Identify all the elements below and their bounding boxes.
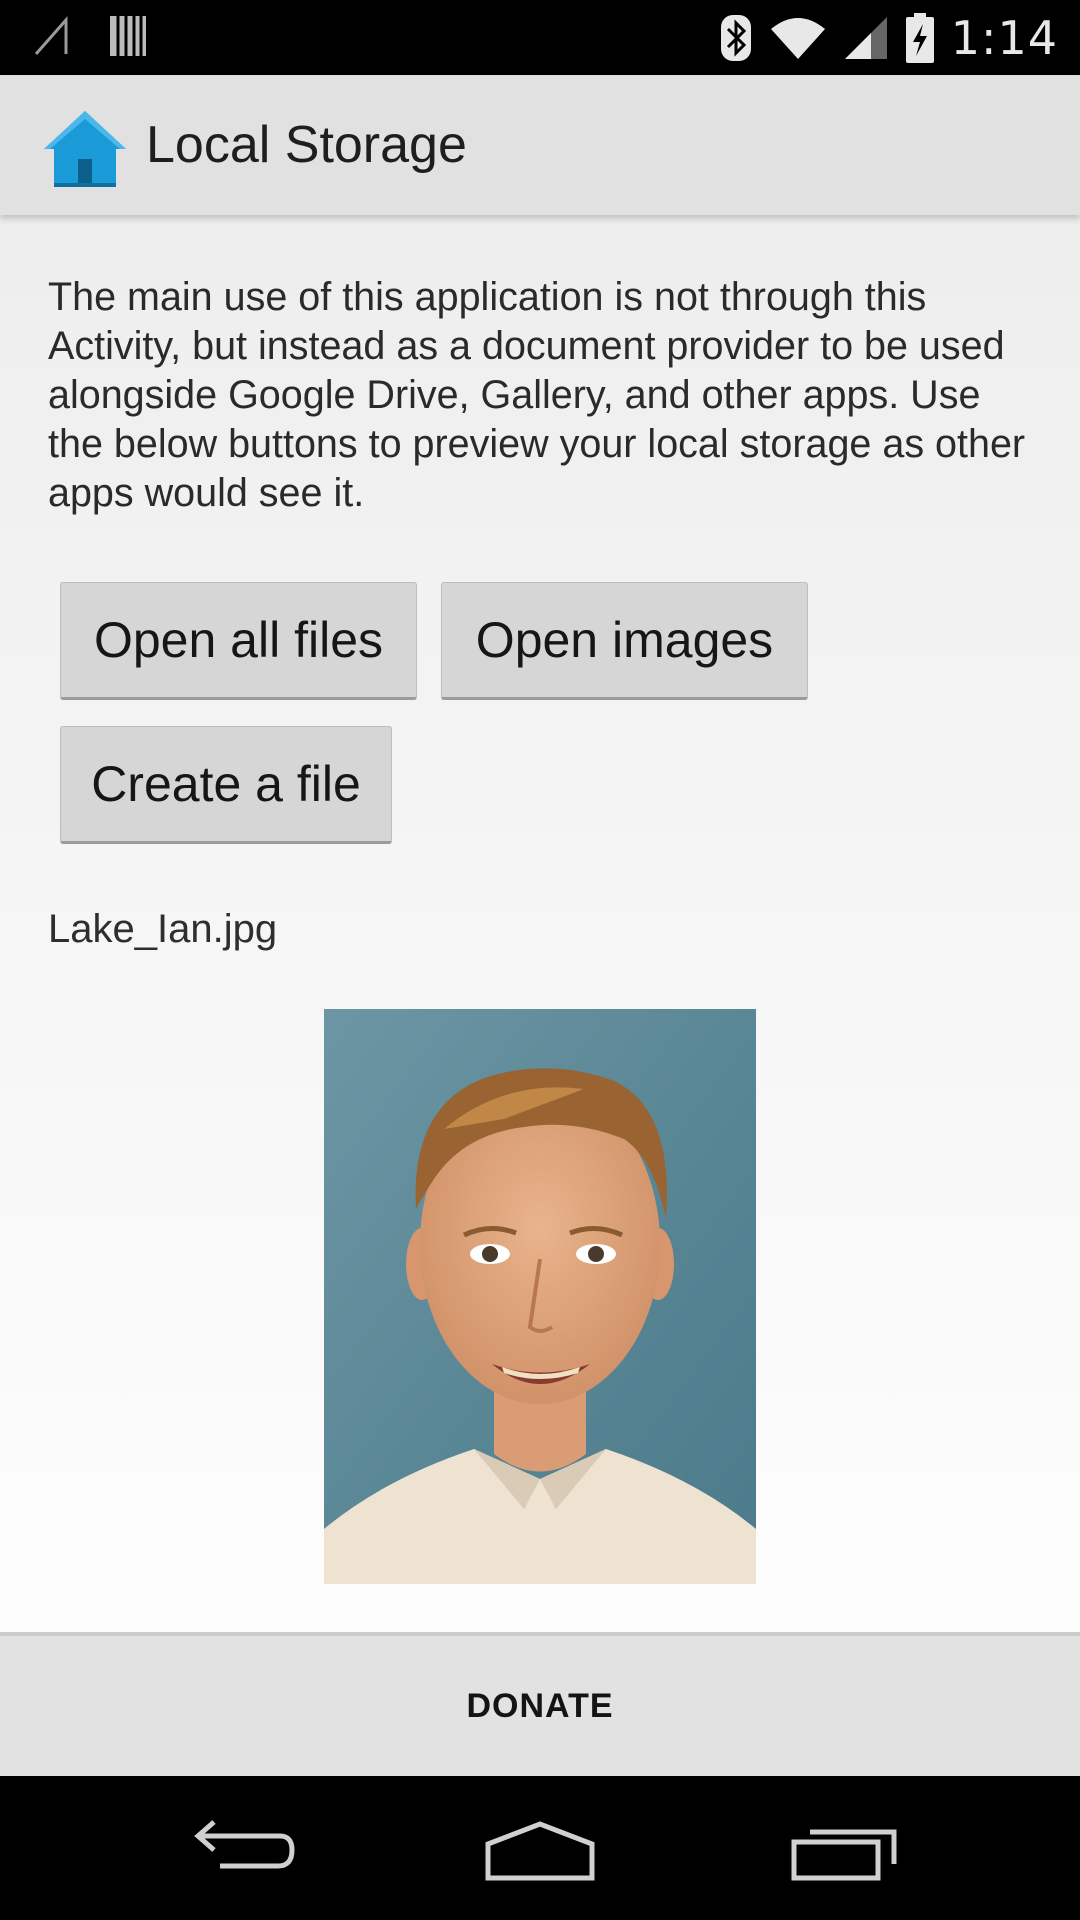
navigation-bar (0, 1776, 1080, 1920)
battery-charging-icon (905, 13, 934, 63)
donate-button[interactable]: DONATE (0, 1632, 1080, 1776)
page-title: Local Storage (146, 116, 467, 174)
status-left-icons (34, 14, 148, 58)
no-signal-icon (34, 16, 68, 55)
preview-image (324, 1009, 756, 1584)
bluetooth-icon (720, 15, 751, 61)
action-bar: Local Storage (0, 75, 1080, 215)
status-clock: 1:14 (950, 11, 1058, 65)
storage-icon (110, 16, 146, 56)
description-text: The main use of this application is not … (48, 275, 1026, 515)
cell-signal-icon (844, 17, 887, 59)
status-bar: 1:14 (0, 0, 1080, 75)
open-all-files-button[interactable]: Open all files (60, 582, 417, 700)
home-nav-icon[interactable] (480, 1818, 600, 1884)
file-name-label: Lake_Ian.jpg (48, 907, 278, 951)
home-icon[interactable] (42, 109, 128, 189)
open-images-button[interactable]: Open images (441, 582, 808, 700)
recents-icon[interactable] (784, 1818, 904, 1884)
create-file-button[interactable]: Create a file (60, 726, 392, 844)
donate-label: DONATE (466, 1686, 614, 1725)
status-right-icons: 1:14 (719, 8, 1058, 68)
wifi-icon (770, 18, 825, 59)
app-content: Local Storage The main use of this appli… (0, 75, 1080, 1776)
back-icon[interactable] (180, 1818, 300, 1884)
